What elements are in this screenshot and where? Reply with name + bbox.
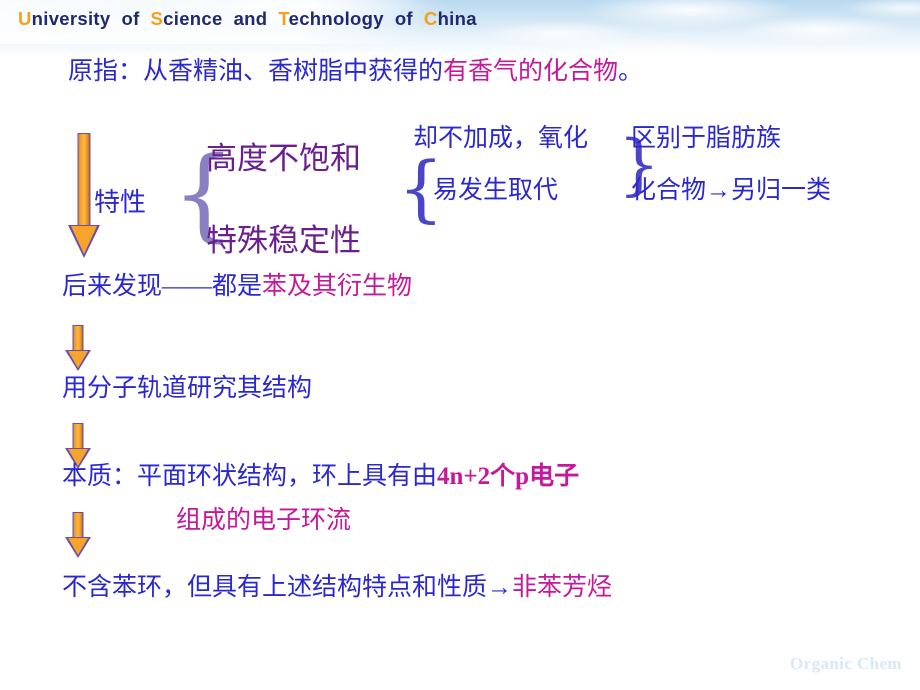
wordmark-accent-letter: C xyxy=(423,8,438,29)
wordmark-accent-letter: U xyxy=(18,8,32,29)
discovery-text-magenta: 苯及其衍生物 xyxy=(262,273,413,300)
essence-line-2: 组成的电子环流 xyxy=(176,507,352,534)
arrow-shaft xyxy=(77,133,91,229)
feature-label: 特性 xyxy=(94,188,147,217)
essence-line: 本质：平面环状结构，环上具有由4n+2个p电子 xyxy=(62,464,579,489)
essence-text-magenta: 4n+2个p电子 xyxy=(437,463,580,490)
reaction-item-1: 易发生取代 xyxy=(433,177,559,204)
university-wordmark: University of Science and Technology of China xyxy=(18,8,477,30)
wordmark-text: cience xyxy=(163,8,223,29)
definition-text-blue: 原指：从香精油、香树脂中获得的 xyxy=(68,58,444,85)
wordmark-accent-letter: T xyxy=(278,8,289,29)
distinction-line-1: 化合物→另归一类 xyxy=(631,177,832,204)
arrow-shaft xyxy=(72,512,84,540)
arrow-shaft xyxy=(72,423,84,451)
arrow-head-fill xyxy=(68,351,88,368)
feature-item-0: 高度不饱和 xyxy=(206,141,361,176)
conclusion-text-magenta: 非苯芳烃 xyxy=(512,574,613,601)
definition-line: 原指：从香精油、香树脂中获得的有香气的化合物。 xyxy=(68,59,643,84)
wordmark-text: echnology xyxy=(288,8,384,29)
conclusion-text-blue: 不含苯环，但具有上述结构特点和性质→ xyxy=(62,574,513,601)
arrow-head-fill xyxy=(68,538,88,555)
discovery-line: 后来发现——都是苯及其衍生物 xyxy=(62,274,412,299)
wordmark-text: niversity xyxy=(31,8,111,29)
discovery-text-blue: 后来发现——都是 xyxy=(62,273,263,300)
wordmark-text: of xyxy=(394,8,413,29)
arrow-shaft xyxy=(72,325,84,353)
conclusion-line: 不含苯环，但具有上述结构特点和性质→非苯芳烃 xyxy=(62,575,612,600)
mo-study-line: 用分子轨道研究其结构 xyxy=(62,375,313,402)
down-arrow-1 xyxy=(65,325,91,373)
wordmark-text: of xyxy=(121,8,140,29)
wordmark-accent-letter: S xyxy=(150,8,164,29)
wordmark-text: and xyxy=(233,8,268,29)
header-banner: University of Science and Technology of China xyxy=(0,0,920,58)
distinction-line-0: 区别于脂肪族 xyxy=(631,125,782,152)
definition-period: 。 xyxy=(618,58,644,85)
feature-item-1: 特殊稳定性 xyxy=(206,223,361,258)
definition-text-magenta: 有香气的化合物 xyxy=(443,58,619,85)
wordmark-text: hina xyxy=(437,8,477,29)
essence-text-blue: 本质：平面环状结构，环上具有由 xyxy=(62,463,438,490)
footer-watermark: Organic Chem xyxy=(790,654,902,673)
arrow-head-fill xyxy=(71,226,97,254)
reaction-item-0: 却不加成，氧化 xyxy=(413,125,589,152)
down-arrow-3 xyxy=(65,512,91,560)
